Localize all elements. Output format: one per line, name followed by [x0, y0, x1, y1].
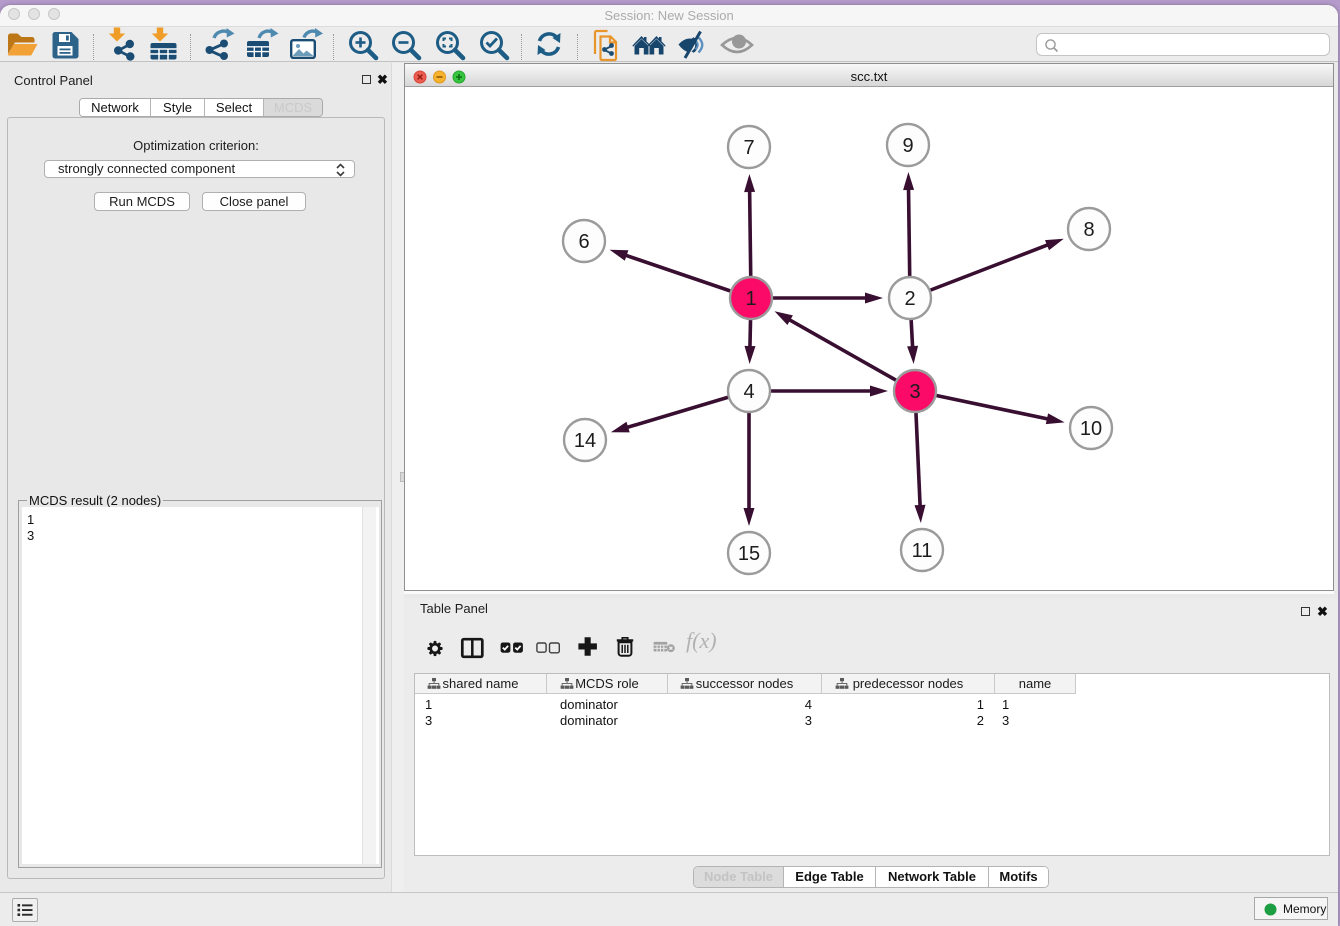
- svg-text:3: 3: [909, 381, 920, 403]
- svg-text:9: 9: [902, 135, 913, 157]
- svg-text:6: 6: [578, 231, 589, 253]
- svg-text:2: 2: [904, 288, 915, 310]
- svg-text:8: 8: [1083, 219, 1094, 241]
- svg-text:11: 11: [912, 540, 933, 562]
- svg-text:4: 4: [743, 381, 754, 403]
- svg-text:7: 7: [743, 137, 754, 159]
- svg-text:1: 1: [745, 288, 756, 310]
- svg-text:10: 10: [1080, 418, 1102, 440]
- svg-text:14: 14: [574, 430, 596, 452]
- svg-text:15: 15: [738, 543, 760, 565]
